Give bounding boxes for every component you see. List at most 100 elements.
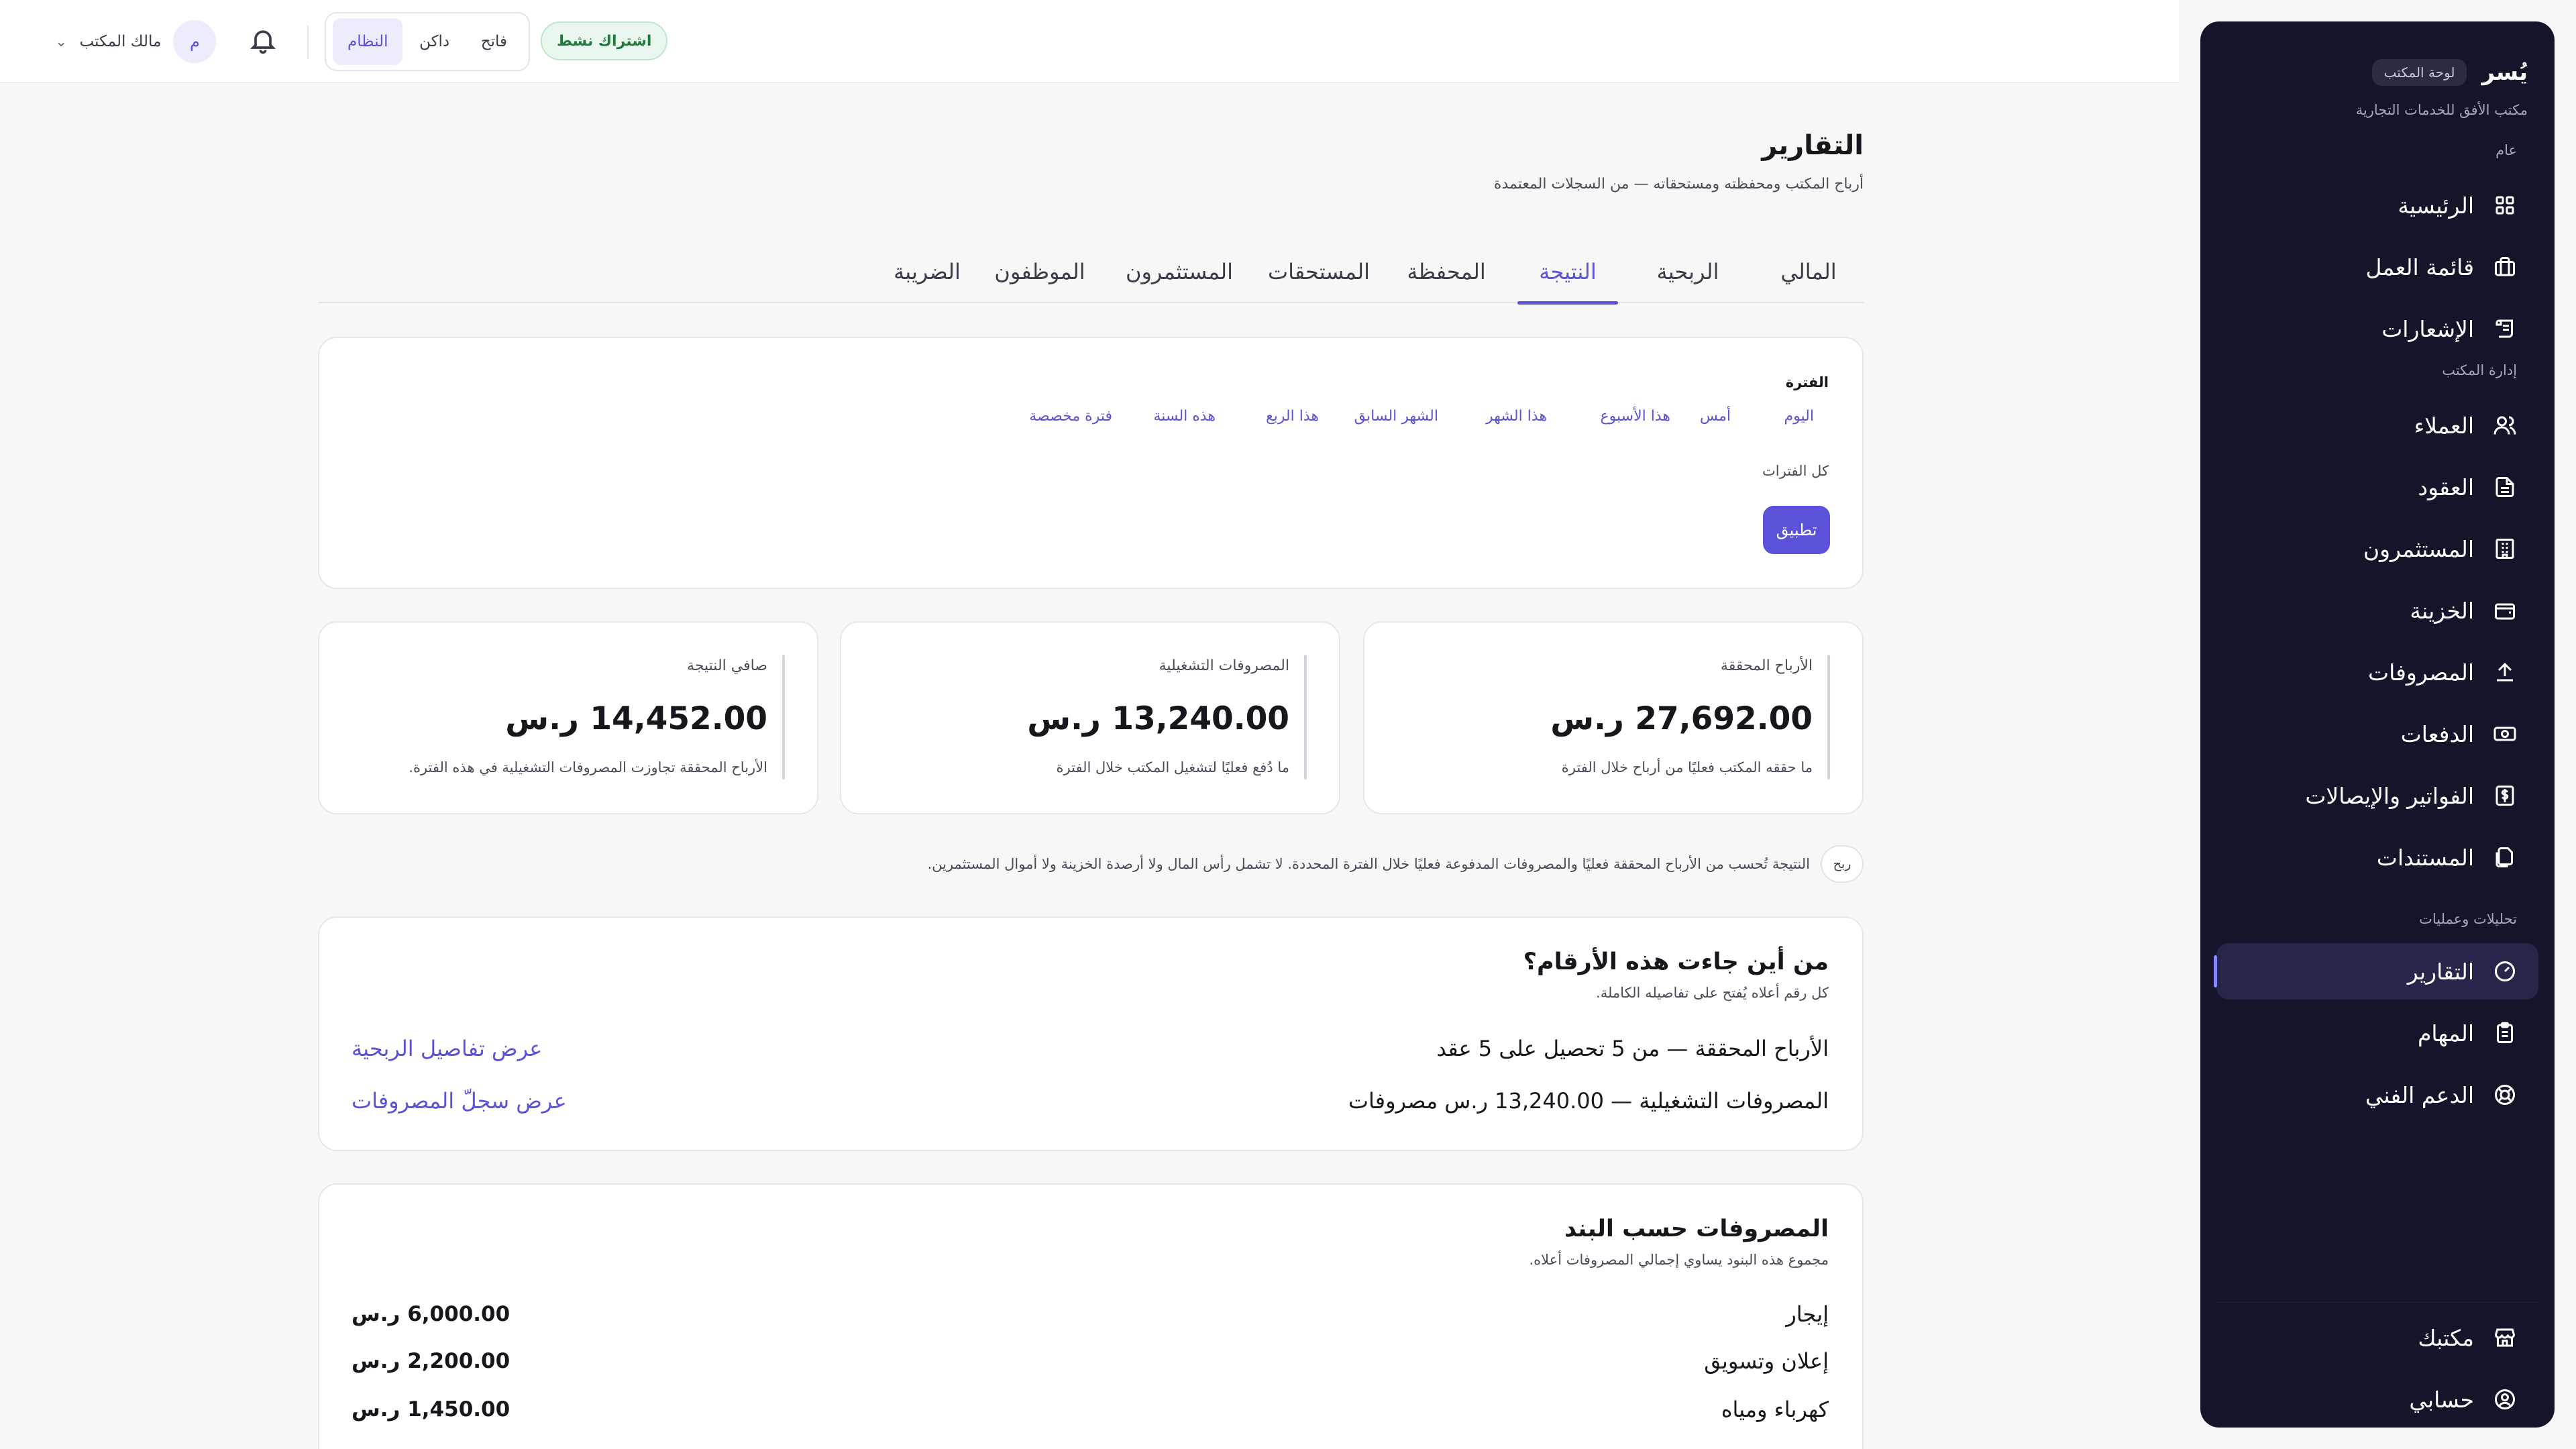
sidebar-item-label: التقارير <box>2407 958 2474 985</box>
tab-financial[interactable]: المالي <box>1775 240 1842 303</box>
sidebar-item-treasury[interactable]: الخزينة <box>2216 582 2538 639</box>
sidebar-item-tasks[interactable]: المهام <box>2216 1005 2538 1061</box>
kpi-description: ما حققه المكتب فعليًا من أرباح خلال الفت… <box>1561 759 1813 775</box>
tab-receivables[interactable]: المستحقات <box>1265 240 1373 303</box>
report-tabs: المالي الربحية النتيجة المحفظة المستحقات… <box>318 240 1864 305</box>
theme-system-button[interactable]: النظام <box>333 18 403 65</box>
expense-amount: 2,200.00 ر.س <box>352 1349 511 1373</box>
expenses-by-item-card: المصروفات حسب البند مجموع هذه البنود يسا… <box>318 1183 1864 1449</box>
sidebar-item-home[interactable]: الرئيسية <box>2216 177 2538 233</box>
sidebar-item-my-office[interactable]: مكتبك <box>2216 1309 2538 1366</box>
expense-amount: 6,000.00 ر.س <box>352 1302 511 1326</box>
banknote-icon <box>2493 722 2517 746</box>
tab-employees[interactable]: الموظفون <box>993 240 1087 303</box>
owner-menu[interactable]: م مالك المكتب ⌄ <box>55 20 217 63</box>
chevron-down-icon: ⌄ <box>55 33 68 50</box>
kpi-net-result: صافي النتيجة 14,452.00 ر.س الأرباح المحق… <box>318 621 818 814</box>
sidebar-item-label: المصروفات <box>2368 659 2474 686</box>
nav-section-analytics: تحليلات وعمليات <box>2419 911 2517 927</box>
period-last-month[interactable]: الشهر السابق <box>1354 408 1438 425</box>
period-this-week[interactable]: هذا الأسبوع <box>1601 408 1670 425</box>
expense-name: إيجار <box>1786 1301 1829 1327</box>
expenses-log-link[interactable]: عرض سجلّ المصروفات <box>352 1088 567 1114</box>
office-name: مكتب الأفق للخدمات التجارية <box>2355 102 2528 118</box>
note-text: النتيجة تُحسب من الأرباح المحققة فعليًا … <box>927 856 1810 872</box>
brand-name: يُسر <box>2481 59 2528 86</box>
sidebar-item-label: المستثمرون <box>2363 535 2474 562</box>
sidebar-item-payments[interactable]: الدفعات <box>2216 706 2538 762</box>
expense-name: كهرباء ومياه <box>1721 1397 1829 1422</box>
kpi-description: ما دُفع فعليًا لتشغيل المكتب خلال الفترة <box>1056 759 1289 775</box>
tab-investors[interactable]: المستثمرون <box>1118 240 1241 303</box>
clipboard-icon <box>2493 1021 2517 1045</box>
bell-icon[interactable] <box>246 25 278 58</box>
period-custom[interactable]: فترة مخصصة <box>1029 408 1112 425</box>
scroll-icon <box>2493 317 2517 341</box>
user-circle-icon <box>2493 1387 2517 1411</box>
sidebar-item-documents[interactable]: المستندات <box>2216 829 2538 885</box>
sidebar-item-reports[interactable]: التقارير <box>2214 943 2538 1000</box>
expense-row: إعلان وتسويق 2,200.00 ر.س <box>352 1344 1829 1378</box>
sidebar-item-my-account[interactable]: حسابي <box>2216 1371 2538 1428</box>
sidebar-item-label: الخزينة <box>2410 597 2474 624</box>
sidebar-item-investors[interactable]: المستثمرون <box>2216 521 2538 577</box>
store-icon <box>2493 1326 2517 1350</box>
section-subtitle: مجموع هذه البنود يساوي إجمالي المصروفات … <box>1529 1252 1829 1268</box>
grid-icon <box>2493 193 2517 217</box>
kpi-label: المصروفات التشغيلية <box>1159 657 1289 674</box>
tab-portfolio[interactable]: المحفظة <box>1405 240 1488 303</box>
tab-tax[interactable]: الضريبة <box>887 240 967 303</box>
document-icon <box>2493 475 2517 499</box>
sidebar-item-label: حسابي <box>2409 1386 2474 1413</box>
profitability-details-link[interactable]: عرض تفاصيل الربحية <box>352 1036 542 1061</box>
sidebar-item-label: مكتبك <box>2418 1324 2474 1351</box>
kpi-accent-bar <box>782 655 785 780</box>
period-this-month[interactable]: هذا الشهر <box>1486 408 1547 425</box>
dashboard-badge: لوحة المكتب <box>2371 59 2467 86</box>
apply-button[interactable]: تطبيق <box>1763 506 1830 554</box>
kpi-value: 13,240.00 ر.س <box>1027 700 1289 737</box>
sidebar-item-support[interactable]: الدعم الفني <box>2216 1067 2538 1123</box>
result-note: ربح النتيجة تُحسب من الأرباح المحققة فعل… <box>927 845 1864 883</box>
sidebar: يُسر لوحة المكتب مكتب الأفق للخدمات التج… <box>2200 21 2555 1428</box>
kpi-label: الأرباح المحققة <box>1720 657 1813 674</box>
expense-amount: 1,450.00 ر.س <box>352 1397 511 1421</box>
sidebar-item-notifications[interactable]: الإشعارات <box>2216 301 2538 357</box>
sidebar-item-label: قائمة العمل <box>2365 254 2475 280</box>
period-label: الفترة <box>1785 374 1829 390</box>
subscription-badge: اشتراك نشط <box>541 21 668 60</box>
sidebar-item-label: المستندات <box>2376 844 2474 871</box>
expense-name: إعلان وتسويق <box>1704 1348 1829 1374</box>
tab-profitability[interactable]: الربحية <box>1648 240 1728 303</box>
source-row: المصروفات التشغيلية — 13,240.00 ر.س مصرو… <box>352 1084 1829 1118</box>
sidebar-item-clients[interactable]: العملاء <box>2216 397 2538 453</box>
kpi-description: الأرباح المحققة تجاوزت المصروفات التشغيل… <box>409 759 767 775</box>
all-periods[interactable]: كل الفترات <box>1762 463 1829 479</box>
section-title: من أين جاءت هذه الأرقام؟ <box>1523 949 1829 975</box>
sidebar-item-worklist[interactable]: قائمة العمل <box>2216 239 2538 295</box>
users-icon <box>2493 413 2517 437</box>
period-yesterday[interactable]: أمس <box>1700 408 1731 425</box>
period-this-quarter[interactable]: هذا الربع <box>1266 408 1319 425</box>
sidebar-item-invoices[interactable]: الفواتير والإيصالات <box>2216 767 2538 824</box>
kpi-operating-expenses: المصروفات التشغيلية 13,240.00 ر.س ما دُف… <box>840 621 1340 814</box>
tab-result[interactable]: النتيجة <box>1517 240 1618 305</box>
source-text: الأرباح المحققة — من 5 تحصيل على 5 عقد <box>1436 1036 1829 1061</box>
section-subtitle: كل رقم أعلاه يُفتح على تفاصيله الكاملة. <box>1596 985 1829 1001</box>
expense-row: كهرباء ومياه 1,450.00 ر.س <box>352 1393 1829 1426</box>
sidebar-item-label: الدعم الفني <box>2365 1081 2474 1108</box>
sidebar-item-label: الرئيسية <box>2398 192 2474 219</box>
topbar: اشتراك نشط فاتح داكن النظام م مالك المكت… <box>0 0 2179 83</box>
theme-dark-button[interactable]: داكن <box>405 18 464 65</box>
files-icon <box>2493 845 2517 869</box>
period-this-year[interactable]: هذه السنة <box>1153 408 1216 425</box>
result-tag: ربح <box>1821 845 1864 883</box>
theme-switcher: فاتح داكن النظام <box>325 12 530 71</box>
period-today[interactable]: اليوم <box>1784 408 1814 425</box>
kpi-value: 27,692.00 ر.س <box>1550 700 1813 737</box>
source-row: الأرباح المحققة — من 5 تحصيل على 5 عقد ع… <box>352 1032 1829 1065</box>
kpi-realized-profit: الأرباح المحققة 27,692.00 ر.س ما حققه ال… <box>1363 621 1864 814</box>
sidebar-item-contracts[interactable]: العقود <box>2216 459 2538 515</box>
theme-light-button[interactable]: فاتح <box>466 18 522 65</box>
sidebar-item-expenses[interactable]: المصروفات <box>2216 644 2538 700</box>
